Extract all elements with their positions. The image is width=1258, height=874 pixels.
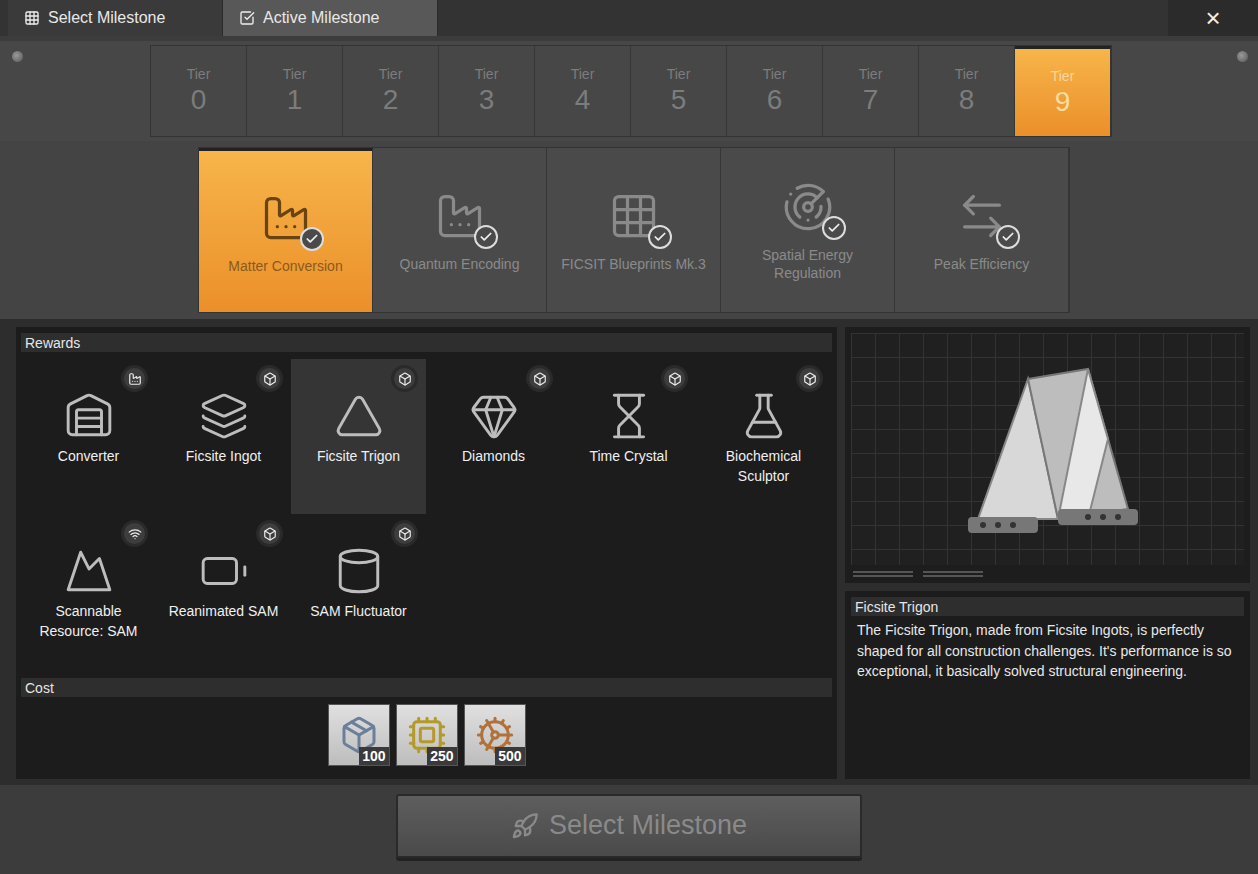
kind-badge xyxy=(256,520,283,547)
milestone-row: Matter ConversionQuantum EncodingFICSIT … xyxy=(198,147,1070,313)
milestone-card[interactable]: Spatial Energy Regulation xyxy=(721,148,895,312)
reward-item[interactable]: Ficsite Trigon xyxy=(291,359,426,514)
check-icon xyxy=(305,232,319,246)
tier-tab[interactable]: Tier0 xyxy=(151,46,247,136)
check-icon xyxy=(653,230,667,244)
kind-badge xyxy=(526,365,553,392)
detail-description: The Ficsite Trigon, made from Ficsite In… xyxy=(851,620,1244,681)
reward-grid: ConverterFicsite IngotFicsite TrigonDiam… xyxy=(21,352,832,678)
preview-bar xyxy=(853,571,913,577)
screw xyxy=(12,51,23,62)
reward-item[interactable]: Time Crystal xyxy=(561,359,696,514)
reward-icon xyxy=(739,391,789,441)
reward-item[interactable]: Scannable Resource: SAM xyxy=(21,514,156,669)
tier-tab[interactable]: Tier9 xyxy=(1015,46,1111,136)
reward-icon xyxy=(64,391,114,441)
cube-icon xyxy=(263,527,277,541)
preview xyxy=(851,333,1244,565)
reward-icon xyxy=(334,546,384,596)
tier-tab[interactable]: Tier4 xyxy=(535,46,631,136)
kind-badge xyxy=(661,365,688,392)
content: RewardsConverterFicsite IngotFicsite Tri… xyxy=(0,319,1258,785)
cube-icon xyxy=(533,372,547,386)
reward-icon xyxy=(604,391,654,441)
tier-band: Tier0Tier1Tier2Tier3Tier4Tier5Tier6Tier7… xyxy=(0,41,1258,141)
cube-icon xyxy=(668,372,682,386)
preview-bar xyxy=(923,571,983,577)
tier-tab[interactable]: Tier7 xyxy=(823,46,919,136)
tab[interactable]: Active Milestone xyxy=(223,0,438,36)
completed-badge xyxy=(996,225,1020,249)
reward-icon xyxy=(199,546,249,596)
reward-icon xyxy=(64,546,114,596)
rewards-header: Rewards xyxy=(21,333,832,352)
select-milestone-button[interactable]: Select Milestone xyxy=(396,794,862,858)
preview-frame xyxy=(845,327,1250,583)
reward-item[interactable]: Ficsite Ingot xyxy=(156,359,291,514)
kind-badge xyxy=(391,520,418,547)
completed-badge xyxy=(300,227,324,251)
milestone-card[interactable]: FICSIT Blueprints Mk.3 xyxy=(547,148,721,312)
check-icon xyxy=(479,230,493,244)
reward-icon xyxy=(469,391,519,441)
reward-icon xyxy=(334,391,384,441)
rocket-icon xyxy=(511,812,539,840)
cost-row: 100250500 xyxy=(21,697,832,773)
bottom-bar: Select Milestone xyxy=(0,785,1258,874)
tier-tab[interactable]: Tier6 xyxy=(727,46,823,136)
cube-icon xyxy=(398,527,412,541)
cost-item: 250 xyxy=(396,704,458,766)
tier-tab[interactable]: Tier1 xyxy=(247,46,343,136)
check-icon xyxy=(239,10,255,26)
milestone-band: Matter ConversionQuantum EncodingFICSIT … xyxy=(0,141,1258,319)
list-icon xyxy=(24,10,40,26)
milestone-card[interactable]: Quantum Encoding xyxy=(373,148,547,312)
tab-bar: Select MilestoneActive Milestone × xyxy=(0,0,1258,36)
screw xyxy=(1237,51,1248,62)
completed-badge xyxy=(822,216,846,240)
cube-icon xyxy=(398,372,412,386)
reward-item[interactable]: Converter xyxy=(21,359,156,514)
kind-badge xyxy=(391,365,418,392)
check-icon xyxy=(1001,230,1015,244)
detail-column: Ficsite Trigon The Ficsite Trigon, made f… xyxy=(845,327,1250,779)
kind-badge xyxy=(796,365,823,392)
cost-item: 100 xyxy=(328,704,390,766)
cost-item: 500 xyxy=(464,704,526,766)
tier-tab[interactable]: Tier8 xyxy=(919,46,1015,136)
tier-row: Tier0Tier1Tier2Tier3Tier4Tier5Tier6Tier7… xyxy=(150,45,1112,137)
detail-panel: Ficsite Trigon The Ficsite Trigon, made f… xyxy=(845,591,1250,779)
close-button[interactable]: × xyxy=(1168,0,1258,36)
tab[interactable]: Select Milestone xyxy=(8,0,223,36)
kind-badge xyxy=(256,365,283,392)
rewards-panel: RewardsConverterFicsite IngotFicsite Tri… xyxy=(16,327,837,779)
reward-item[interactable]: SAM Fluctuator xyxy=(291,514,426,669)
cube-icon xyxy=(803,372,817,386)
milestone-card[interactable]: Peak Efficiency xyxy=(895,148,1069,312)
check-icon xyxy=(827,221,841,235)
completed-badge xyxy=(474,225,498,249)
wifi-icon xyxy=(128,527,142,541)
cost-header: Cost xyxy=(21,678,832,697)
ficsite-trigon-icon xyxy=(938,349,1158,549)
reward-item[interactable]: Diamonds xyxy=(426,359,561,514)
kind-badge xyxy=(121,520,148,547)
factory-icon xyxy=(128,372,142,386)
completed-badge xyxy=(648,225,672,249)
milestone-card[interactable]: Matter Conversion xyxy=(199,148,373,312)
reward-icon xyxy=(199,391,249,441)
tier-tab[interactable]: Tier5 xyxy=(631,46,727,136)
reward-item[interactable]: Biochemical Sculptor xyxy=(696,359,831,514)
detail-title: Ficsite Trigon xyxy=(851,597,1244,616)
tier-tab[interactable]: Tier2 xyxy=(343,46,439,136)
cube-icon xyxy=(263,372,277,386)
kind-badge xyxy=(121,365,148,392)
milestone-window: Select MilestoneActive Milestone×Tier0Ti… xyxy=(0,0,1258,874)
reward-item[interactable]: Reanimated SAM xyxy=(156,514,291,669)
tier-tab[interactable]: Tier3 xyxy=(439,46,535,136)
